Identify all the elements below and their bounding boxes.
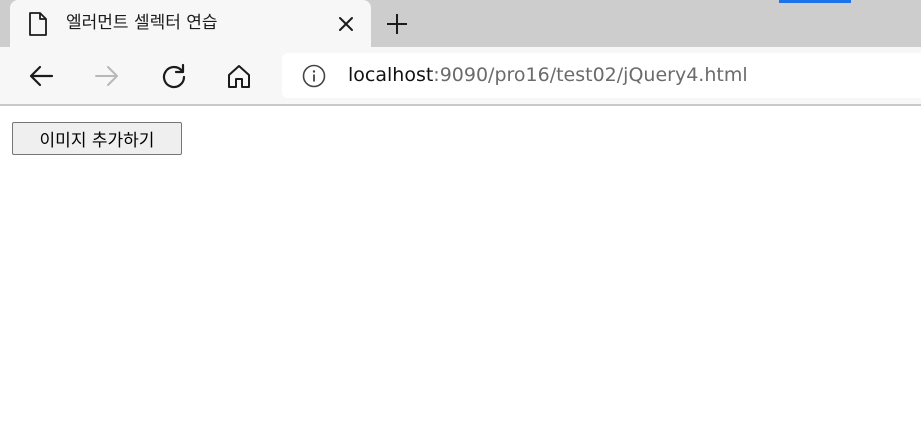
tab-strip: 엘러먼트 셀렉터 연습: [0, 0, 921, 47]
accent-bar: [779, 0, 851, 3]
info-icon[interactable]: [302, 64, 326, 88]
plus-icon[interactable]: [382, 9, 412, 39]
address-bar[interactable]: localhost:9090/pro16/test02/jQuery4.html: [282, 53, 921, 98]
toolbar: localhost:9090/pro16/test02/jQuery4.html: [0, 47, 921, 106]
url-path: :9090/pro16/test02/jQuery4.html: [433, 64, 748, 86]
page-content: 이미지 추가하기: [0, 106, 921, 436]
tab-active[interactable]: 엘러먼트 셀렉터 연습: [10, 0, 371, 47]
home-icon[interactable]: [222, 59, 256, 93]
tab-title: 엘러먼트 셀렉터 연습: [66, 13, 218, 33]
url-host: localhost: [348, 64, 434, 86]
url-text: localhost:9090/pro16/test02/jQuery4.html: [348, 63, 748, 87]
reload-icon[interactable]: [157, 59, 191, 93]
forward-arrow-icon[interactable]: [90, 59, 124, 93]
back-arrow-icon[interactable]: [24, 59, 58, 93]
page-icon: [28, 12, 48, 36]
add-image-button[interactable]: 이미지 추가하기: [12, 122, 182, 155]
close-icon[interactable]: [335, 13, 357, 35]
